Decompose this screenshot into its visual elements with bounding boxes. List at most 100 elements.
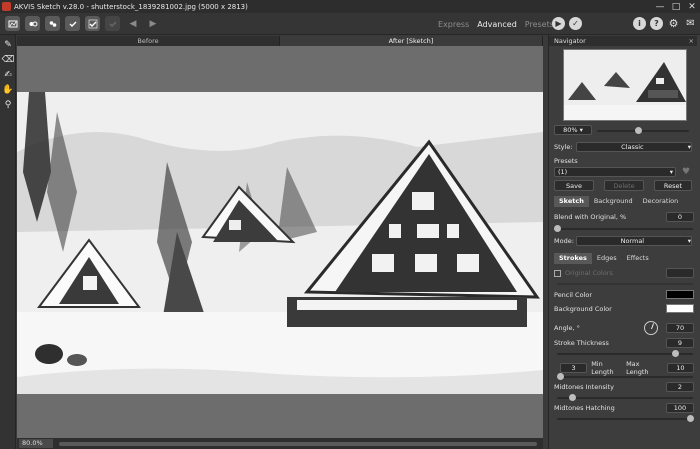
preset-select[interactable]: (1) ▾ [554, 167, 676, 177]
save-preset-button[interactable]: Save [554, 180, 594, 191]
angle-dial-needle [651, 323, 655, 330]
midtones-intensity-value[interactable]: 2 [666, 382, 694, 392]
original-colors-label: Original Colors [565, 269, 613, 277]
tab-effects[interactable]: Effects [622, 253, 654, 264]
main-toolbar: ◀ ▶ Express Advanced Presets ▶ ✓ i ? ⚙ ✉ [0, 13, 700, 35]
tab-after[interactable]: After [Sketch] [280, 36, 543, 46]
midtones-intensity-knob[interactable] [569, 394, 576, 401]
help-icon[interactable]: ? [650, 17, 663, 30]
apply-icon[interactable]: ✓ [569, 17, 582, 30]
navigator-preview[interactable] [563, 49, 687, 121]
settings-icon[interactable]: ⚙ [667, 17, 680, 30]
original-colors-field [666, 268, 694, 278]
sketch-image-drawing [17, 92, 543, 394]
mode-advanced[interactable]: Advanced [477, 20, 517, 29]
stroke-thickness-value[interactable]: 9 [666, 338, 694, 348]
mode-select[interactable]: Normal ▾ [576, 236, 692, 246]
save-image-icon[interactable] [25, 16, 40, 31]
maximize-button[interactable]: □ [668, 0, 684, 13]
batch-icon[interactable] [65, 16, 80, 31]
navigator-header: Navigator × [549, 36, 697, 46]
style-value: Classic [621, 143, 644, 151]
background-color-label: Background Color [554, 304, 612, 313]
undo-icon[interactable]: ◀ [126, 17, 140, 31]
tab-strokes[interactable]: Strokes [554, 253, 592, 264]
tools-panel: ✎ ⌫ ✍ ✋ ⚲ [0, 35, 16, 449]
angle-dial[interactable] [644, 321, 658, 335]
tab-background[interactable]: Background [589, 196, 638, 207]
history-brush-icon[interactable]: ✍ [0, 67, 16, 82]
midtones-intensity-label: Midtones Intensity [554, 383, 614, 391]
min-length-label: Min Length [591, 360, 614, 376]
stroke-thickness-knob[interactable] [672, 350, 679, 357]
sketch-image[interactable] [17, 92, 543, 394]
share-icon[interactable] [85, 16, 100, 31]
mode-express[interactable]: Express [438, 20, 469, 29]
settings-panel: Navigator × 80% ▾ Style: Classic ▾ Prese… [548, 35, 700, 449]
tab-sketch[interactable]: Sketch [554, 196, 589, 207]
settings-tabs: Sketch Background Decoration [554, 196, 694, 207]
min-length-knob[interactable] [557, 373, 564, 380]
zoom-tool-icon[interactable]: ⚲ [0, 97, 16, 112]
midtones-hatching-label: Midtones Hatching [554, 404, 615, 412]
blend-slider-knob[interactable] [554, 225, 561, 232]
info-icon[interactable]: i [633, 17, 646, 30]
preset-value: (1) [558, 168, 568, 176]
midtones-hatching-slider[interactable] [557, 415, 694, 422]
max-length-value[interactable]: 10 [666, 363, 695, 373]
min-length-value[interactable]: 3 [560, 363, 588, 373]
hand-tool-icon[interactable]: ✋ [0, 82, 16, 97]
midtones-hatching-value[interactable]: 100 [666, 403, 694, 413]
feed-icon[interactable]: ✉ [684, 17, 697, 30]
redo-icon[interactable]: ▶ [146, 17, 160, 31]
strokes-tabs: Strokes Edges Effects [554, 253, 694, 264]
delete-preset-button[interactable]: Delete [604, 180, 644, 191]
close-button[interactable]: ✕ [684, 0, 700, 13]
navigator-thumbnail [564, 50, 686, 120]
horizontal-scrollbar[interactable] [59, 441, 537, 446]
style-label: Style: [554, 143, 573, 151]
angle-label: Angle, ° [554, 324, 580, 332]
tab-before[interactable]: Before [17, 36, 280, 46]
pencil-color-label: Pencil Color [554, 290, 593, 299]
mode-presets[interactable]: Presets [525, 20, 554, 29]
presets-label: Presets [554, 157, 578, 165]
original-colors-checkbox[interactable] [554, 269, 561, 277]
pencil-color-swatch[interactable] [666, 290, 694, 299]
original-colors-slider [557, 283, 693, 285]
mode-value: Normal [620, 237, 645, 245]
tab-decoration[interactable]: Decoration [638, 196, 684, 207]
zoom-level[interactable]: 80.0% [19, 439, 53, 448]
stroke-thickness-slider[interactable] [557, 350, 693, 357]
style-select[interactable]: Classic ▾ [576, 142, 692, 152]
midtones-hatching-knob[interactable] [687, 415, 694, 422]
blend-slider[interactable] [554, 225, 693, 232]
eraser-tool-icon[interactable]: ⌫ [0, 52, 16, 67]
angle-value[interactable]: 70 [666, 323, 694, 333]
status-bar: 80.0% [17, 438, 543, 449]
navigator-zoom-slider[interactable] [597, 127, 689, 134]
reset-button[interactable]: Reset [654, 180, 692, 191]
midtones-intensity-slider[interactable] [557, 394, 693, 401]
navigator-zoom-field[interactable]: 80% ▾ [554, 125, 592, 135]
tab-edges[interactable]: Edges [592, 253, 622, 264]
max-length-label: Max Length [626, 360, 649, 376]
zoom-slider-knob[interactable] [635, 127, 642, 134]
run-icon[interactable]: ▶ [552, 17, 565, 30]
length-range-slider[interactable] [557, 373, 693, 380]
blend-value[interactable]: 0 [666, 212, 694, 222]
view-tabs: Before After [Sketch] [17, 36, 543, 46]
heart-icon[interactable]: ♥ [682, 167, 690, 177]
preferences-icon[interactable] [105, 16, 120, 31]
close-icon[interactable]: × [689, 36, 694, 46]
background-color-swatch[interactable] [666, 304, 694, 313]
stroke-thickness-label: Stroke Thickness [554, 339, 609, 347]
window-title: AKVIS Sketch v.28.0 - shutterstock_18392… [14, 2, 248, 11]
open-image-icon[interactable] [5, 16, 20, 31]
minimize-button[interactable]: — [652, 0, 668, 13]
blend-label: Blend with Original, % [554, 213, 627, 221]
pencil-tool-icon[interactable]: ✎ [0, 37, 16, 52]
app-logo-icon [2, 2, 11, 11]
print-icon[interactable] [45, 16, 60, 31]
mode-label: Mode: [554, 237, 574, 245]
